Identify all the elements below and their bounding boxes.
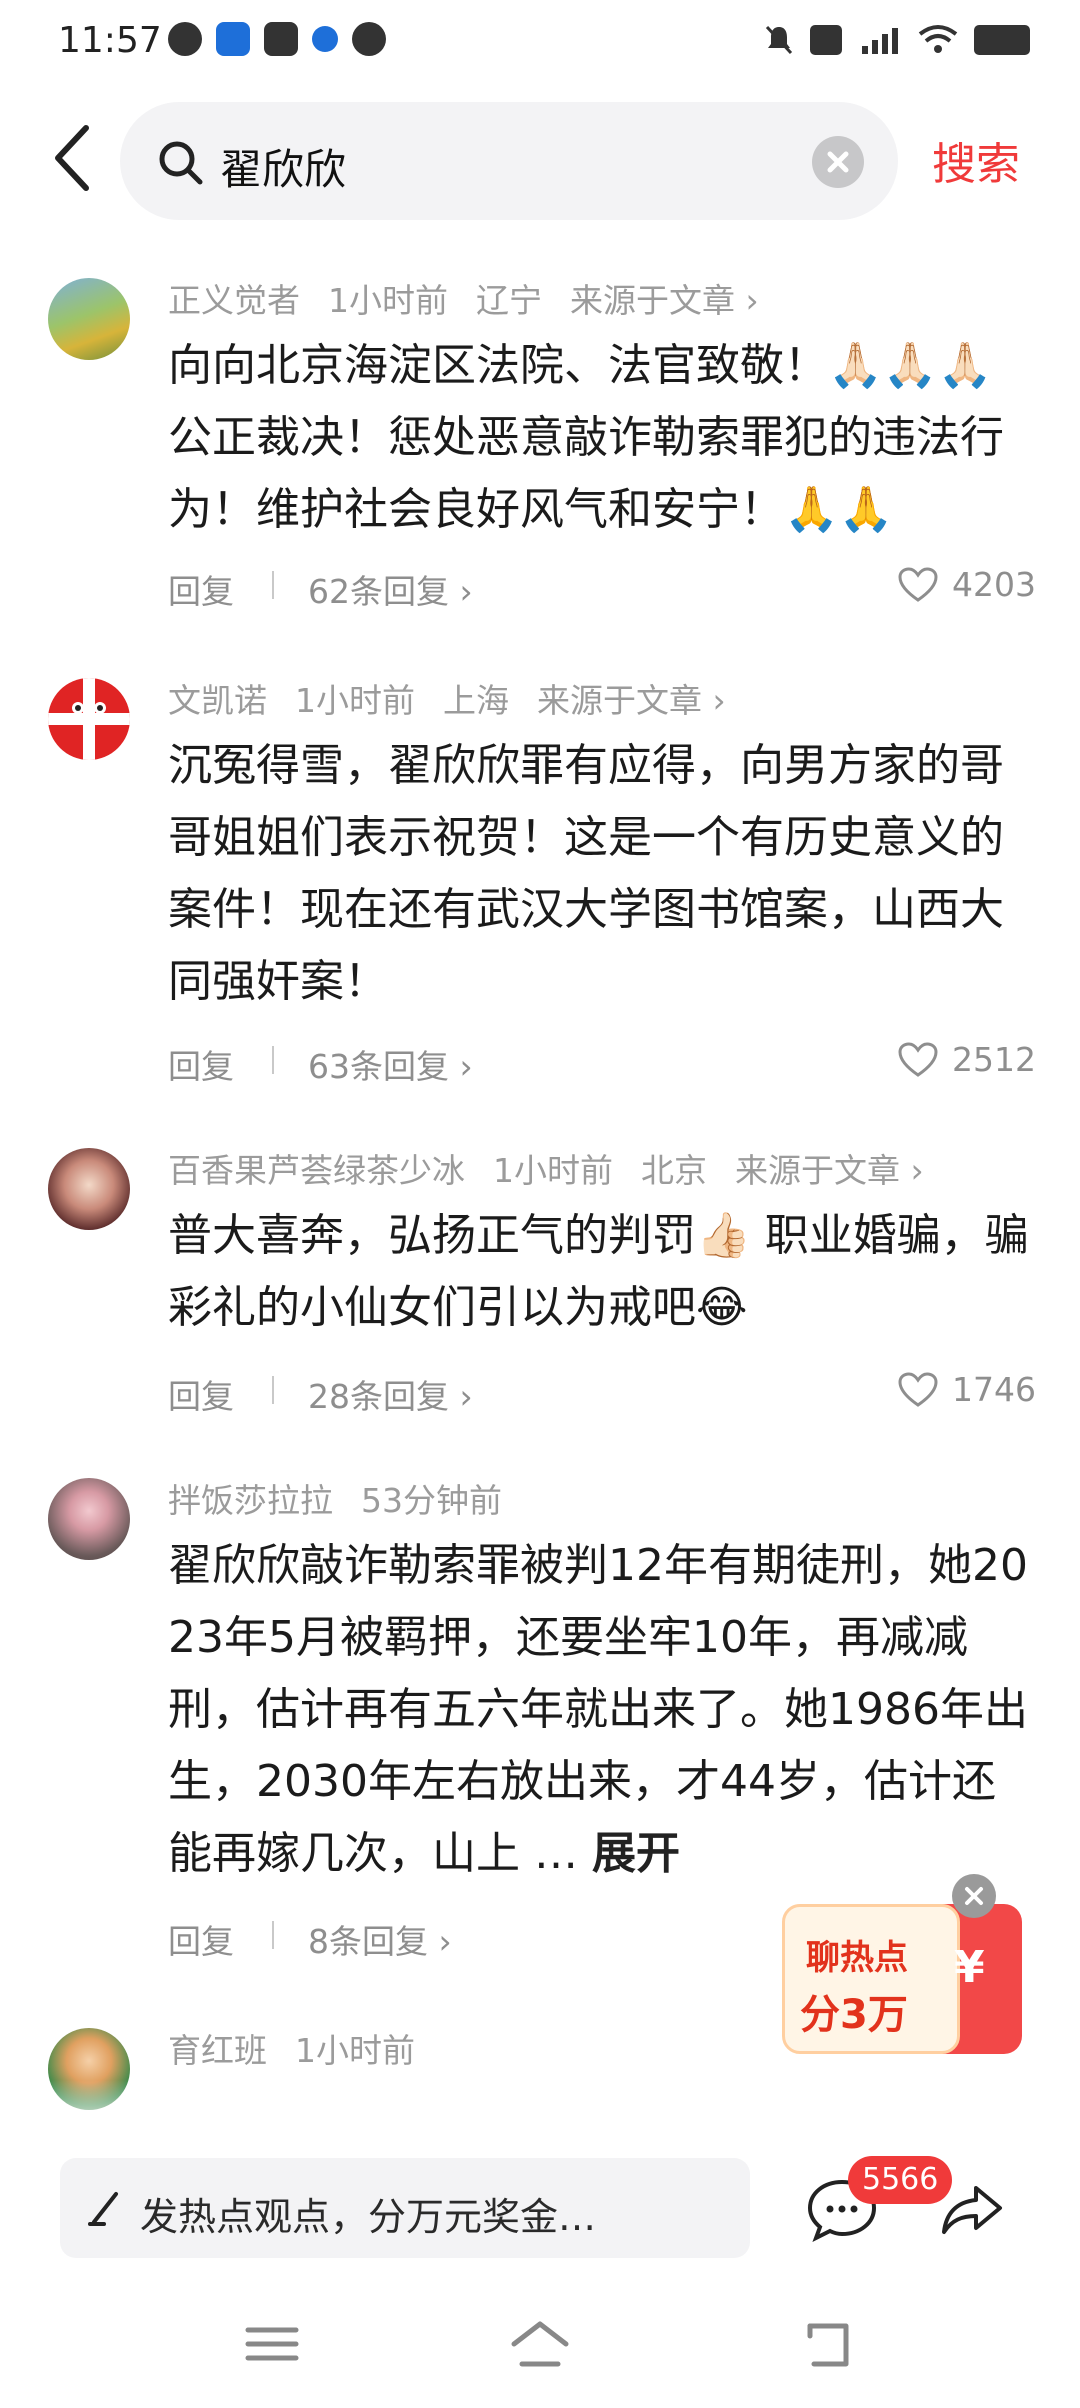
comment-meta: 百香果芦荟绿茶少冰 1小时前 北京 来源于文章 › — [168, 1144, 924, 1192]
avatar[interactable] — [48, 1148, 130, 1230]
like-button[interactable]: 4203 — [898, 565, 1036, 604]
system-navbar — [0, 2280, 1080, 2408]
comment-author[interactable]: 正义觉者 — [168, 281, 300, 320]
comment-source-link[interactable]: 来源于文章 › — [570, 281, 759, 320]
comment-source-link[interactable]: 来源于文章 › — [537, 681, 726, 720]
bottom-input-bar: 发热点观点，分万元奖金… 5566 — [0, 2120, 1080, 2260]
comment-meta: 拌饭莎拉拉 53分钟前 — [168, 1474, 530, 1522]
comment-location: 辽宁 — [476, 281, 542, 320]
like-button[interactable]: 1746 — [898, 1370, 1036, 1409]
avatar[interactable] — [48, 278, 130, 360]
comment-author[interactable]: 文凯诺 — [168, 681, 267, 720]
app-notification-icon — [168, 22, 202, 56]
back-nav-icon[interactable] — [796, 2316, 860, 2372]
wifi-icon — [918, 25, 958, 53]
status-bar: 11:57 — [0, 0, 1080, 80]
paw-icon — [312, 26, 338, 52]
reply-button[interactable]: 回复 — [168, 1370, 234, 1418]
comment-time: 1小时前 — [295, 681, 415, 720]
clear-button[interactable] — [812, 136, 864, 188]
share-icon[interactable] — [940, 2182, 1004, 2238]
promo-reward: 分3万 — [800, 1992, 908, 2038]
comment-location: 上海 — [443, 681, 509, 720]
system-icons — [764, 24, 1030, 56]
comment-time: 1小时前 — [295, 2031, 415, 2070]
cloud-icon — [352, 22, 386, 56]
home-icon[interactable] — [508, 2316, 572, 2372]
heart-icon — [898, 1371, 938, 1407]
back-button[interactable] — [44, 118, 104, 198]
avatar-image — [48, 678, 130, 760]
heart-icon — [898, 1041, 938, 1077]
comment-item: 文凯诺 1小时前 上海 来源于文章 › 沉冤得雪，翟欣欣罪有应得，向男方家的哥哥姐姐们… — [0, 660, 1080, 1130]
view-replies-button[interactable]: 62条回复 › — [308, 565, 473, 613]
hd-icon — [810, 25, 842, 55]
comment-actions: 回复 62条回复 › 4203 — [168, 565, 1036, 615]
comment-input[interactable]: 发热点观点，分万元奖金… — [60, 2158, 750, 2258]
comment-actions: 回复 28条回复 › 1746 — [168, 1370, 1036, 1420]
comment-item: 百香果芦荟绿茶少冰 1小时前 北京 来源于文章 › 普大喜奔，弘扬正气的判罚👍🏻 职业… — [0, 1130, 1080, 1460]
expand-button[interactable]: 展开 — [592, 1828, 680, 1879]
comment-time: 53分钟前 — [361, 1481, 502, 1520]
mail-icon — [264, 22, 298, 56]
divider — [272, 1376, 274, 1404]
close-icon — [965, 1887, 983, 1905]
view-replies-button[interactable]: 63条回复 › — [308, 1040, 473, 1088]
comment-text: 翟欣欣敲诈勒索罪被判12年有期徒刑，她2023年5月被羁押，还要坐牢10年，再减… — [168, 1530, 1036, 1890]
comment-location: 北京 — [641, 1151, 707, 1190]
search-query[interactable]: 翟欣欣 — [220, 136, 346, 197]
comment-source-link[interactable]: 来源于文章 › — [735, 1151, 924, 1190]
like-button[interactable]: 2512 — [898, 1040, 1036, 1079]
comment-item: 正义觉者 1小时前 辽宁 来源于文章 › 向向北京海淀区法院、法官致敬！🙏🏻🙏🏻🙏🏻公… — [0, 260, 1080, 660]
avatar[interactable] — [48, 678, 130, 760]
reply-button[interactable]: 回复 — [168, 1040, 234, 1088]
avatar[interactable] — [48, 1478, 130, 1560]
comment-meta: 文凯诺 1小时前 上海 来源于文章 › — [168, 674, 726, 722]
battery-icon — [974, 25, 1030, 55]
view-replies-button[interactable]: 8条回复 › — [308, 1915, 452, 1963]
comment-author[interactable]: 育红班 — [168, 2031, 267, 2070]
notification-icons — [168, 22, 386, 56]
comment-list: 正义觉者 1小时前 辽宁 来源于文章 › 向向北京海淀区法院、法官致敬！🙏🏻🙏🏻🙏🏻公… — [0, 260, 1080, 2130]
comment-text: 向向北京海淀区法院、法官致敬！🙏🏻🙏🏻🙏🏻公正裁决！惩处恶意敲诈勒索罪犯的违法行… — [168, 340, 1004, 535]
comment-meta: 育红班 1小时前 — [168, 2024, 443, 2072]
divider — [272, 571, 274, 599]
divider — [272, 1921, 274, 1949]
pen-icon — [88, 2192, 118, 2226]
heart-icon — [898, 566, 938, 602]
comment-author[interactable]: 拌饭莎拉拉 — [168, 1481, 333, 1520]
comment-count-badge: 5566 — [848, 2156, 953, 2204]
status-time: 11:57 — [58, 20, 162, 61]
comment-time: 1小时前 — [328, 281, 448, 320]
comment-time: 1小时前 — [493, 1151, 613, 1190]
close-icon — [827, 151, 849, 173]
reply-button[interactable]: 回复 — [168, 1915, 234, 1963]
app-notification-icon — [216, 22, 250, 56]
mute-icon — [765, 25, 793, 55]
menu-icon[interactable] — [240, 2316, 304, 2372]
like-count: 4203 — [952, 565, 1036, 604]
search-header: 翟欣欣 搜索 — [0, 96, 1080, 226]
view-replies-button[interactable]: 28条回复 › — [308, 1370, 473, 1418]
search-button[interactable]: 搜索 — [932, 128, 1020, 192]
reply-button[interactable]: 回复 — [168, 565, 234, 613]
divider — [272, 1046, 274, 1074]
comment-text: 沉冤得雪，翟欣欣罪有应得，向男方家的哥哥姐姐们表示祝贺！这是一个有历史意义的案件… — [168, 740, 1004, 1007]
comment-author[interactable]: 百香果芦荟绿茶少冰 — [168, 1151, 465, 1190]
promo-widget[interactable]: 聊热点 分3万 ¥ — [782, 1874, 1022, 2054]
promo-close-button[interactable] — [952, 1874, 996, 1918]
like-count: 1746 — [952, 1370, 1036, 1409]
promo-title: 聊热点 — [806, 1938, 908, 1978]
search-input[interactable]: 翟欣欣 — [120, 102, 898, 220]
yen-icon: ¥ — [954, 1942, 985, 1993]
signal-icon — [862, 28, 898, 54]
like-count: 2512 — [952, 1040, 1036, 1079]
search-icon — [159, 141, 203, 185]
comment-actions: 回复 63条回复 › 2512 — [168, 1040, 1036, 1090]
comment-meta: 正义觉者 1小时前 辽宁 来源于文章 › — [168, 274, 759, 322]
comment-text: 普大喜奔，弘扬正气的判罚👍🏻 职业婚骗，骗彩礼的小仙女们引以为戒吧😂 — [168, 1210, 1029, 1333]
input-placeholder: 发热点观点，分万元奖金… — [140, 2195, 597, 2239]
